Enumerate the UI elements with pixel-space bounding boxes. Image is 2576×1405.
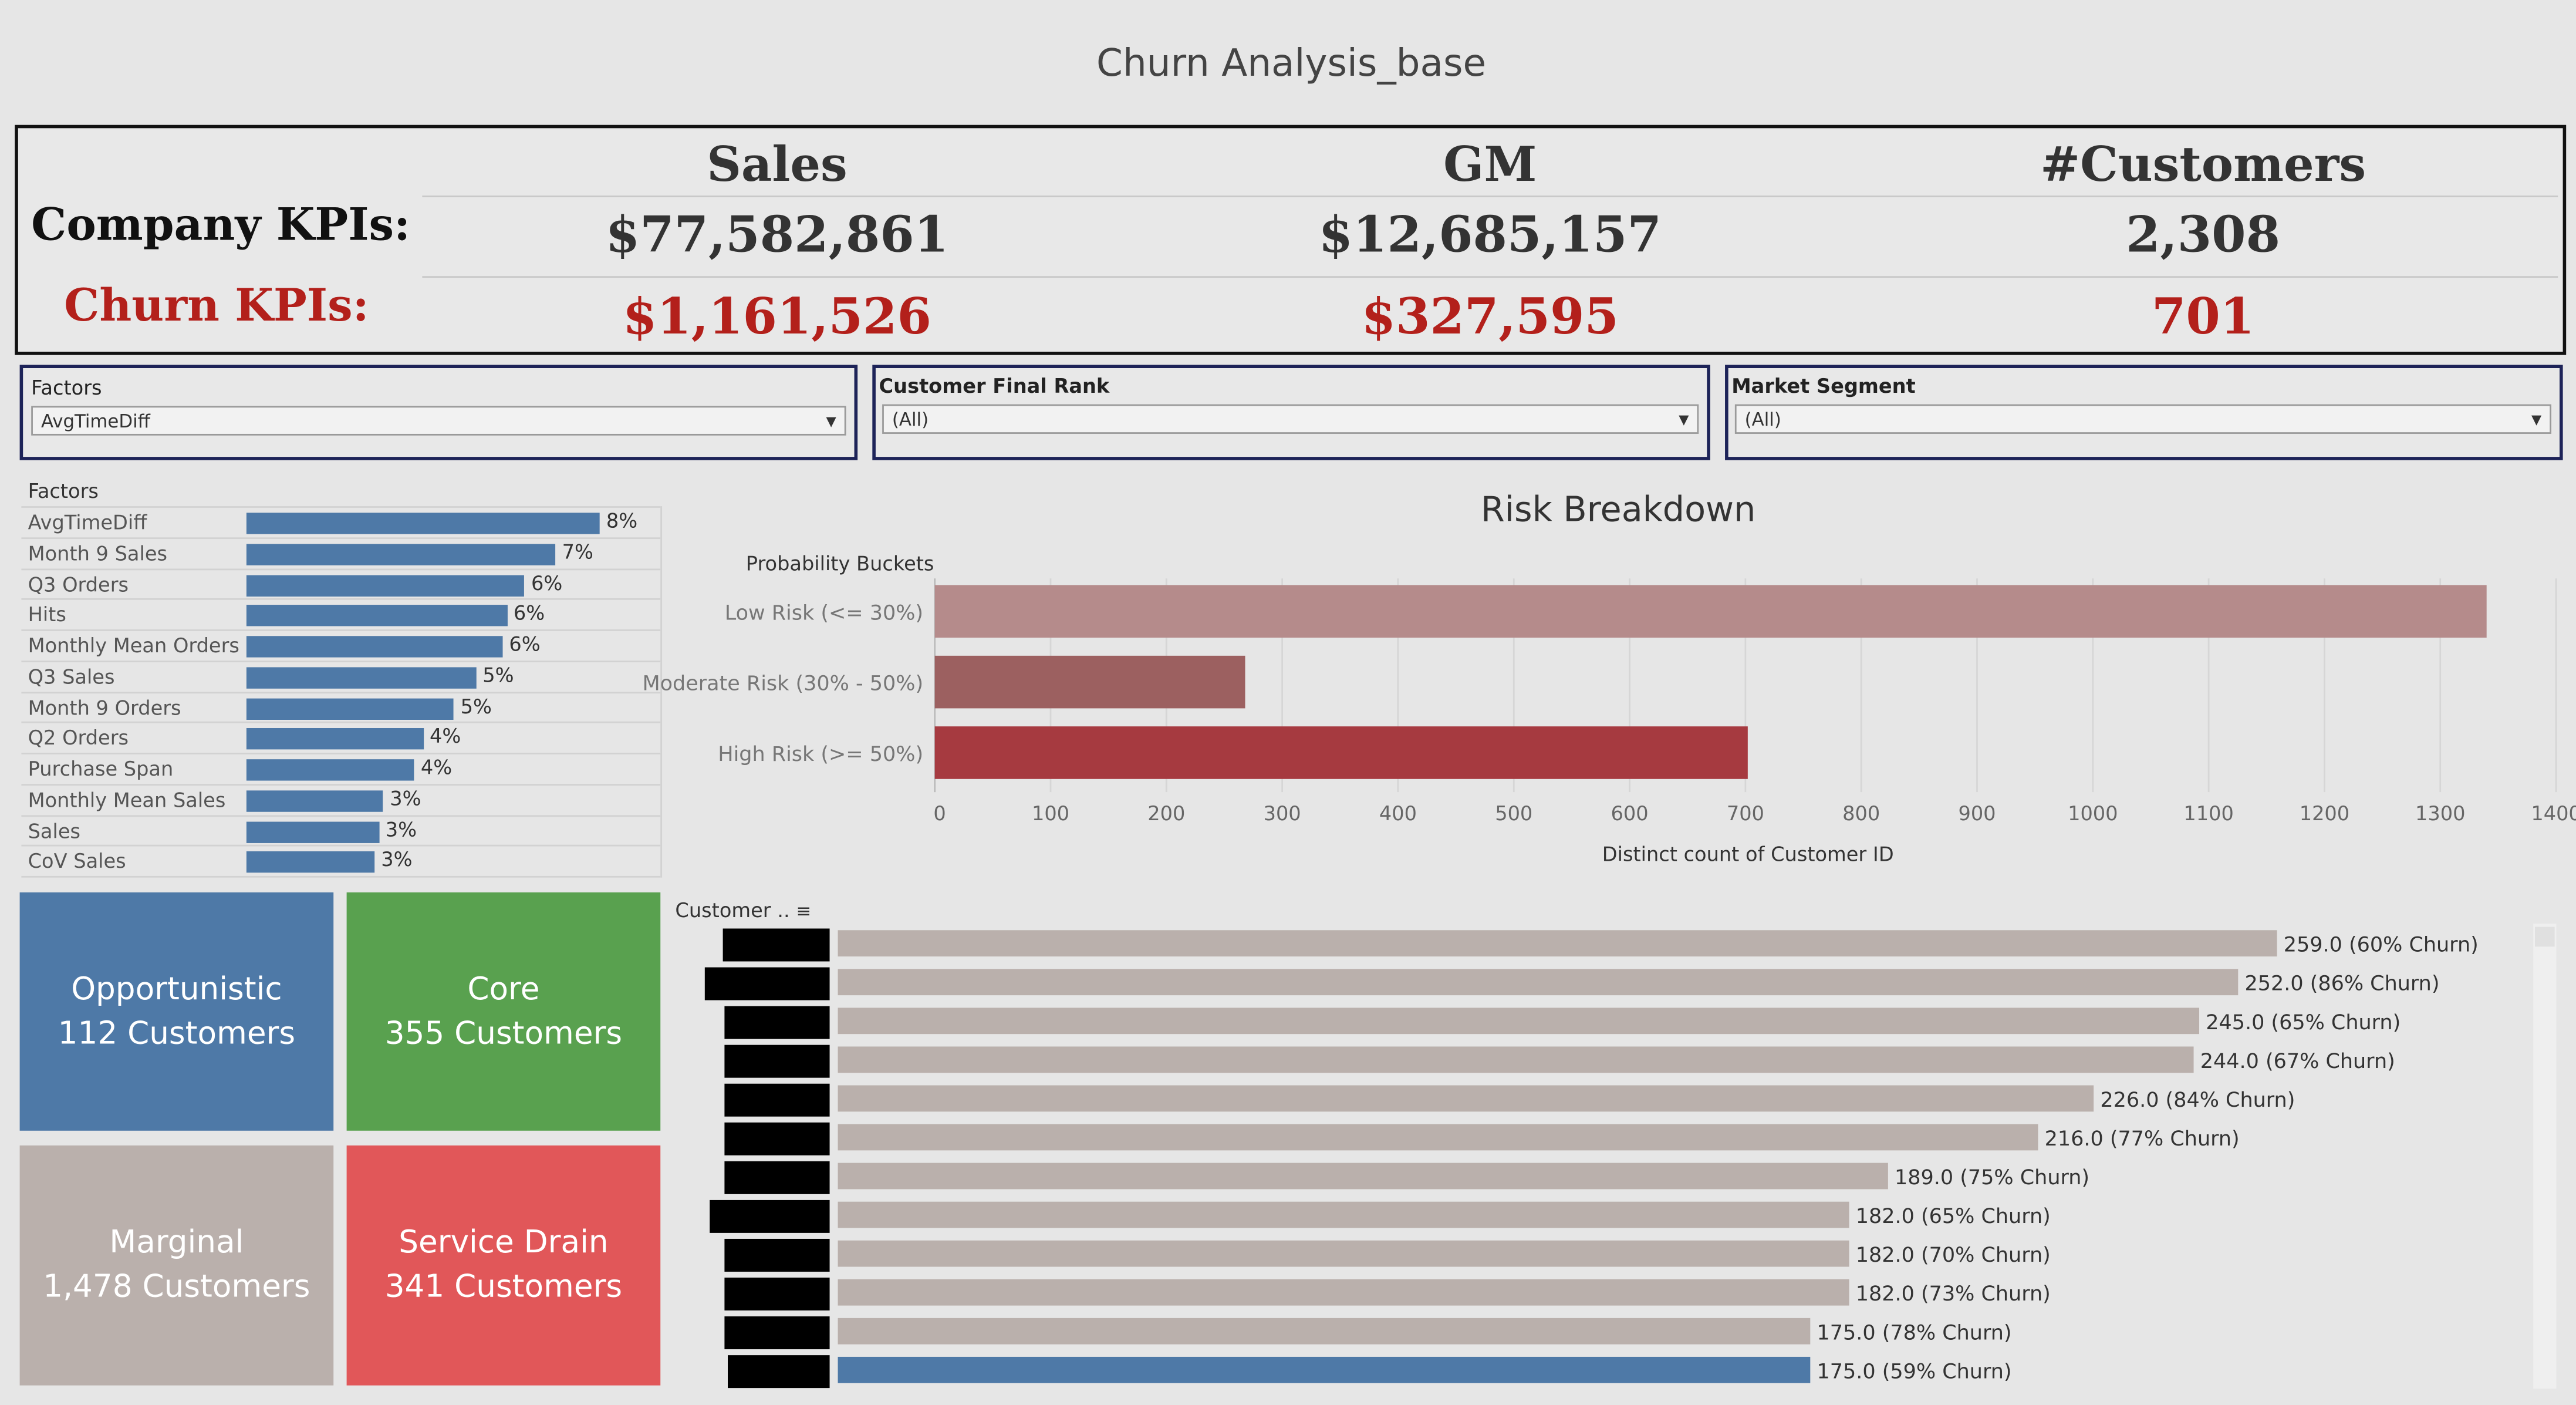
redacted-customer-id [724,1083,830,1117]
customer-bar-label: 259.0 (60% Churn) [2284,934,2479,957]
customer-bar [838,1318,1811,1345]
customer-bar [838,1356,1811,1383]
customer-bar-label: 182.0 (65% Churn) [1856,1205,2051,1228]
customer-bar-label: 216.0 (77% Churn) [2045,1127,2240,1151]
redacted-customer-id [724,1006,830,1039]
customer-bar-label: 252.0 (86% Churn) [2244,972,2439,996]
customer-bar-label: 245.0 (65% Churn) [2206,1011,2401,1035]
scrollbar-thumb[interactable] [2535,926,2555,947]
redacted-customer-id [723,928,830,962]
redacted-customer-id [724,1238,830,1272]
redacted-customer-id [724,1161,830,1194]
customer-sales-chart: 259.0 (60% Churn) 252.0 (86% Churn) 245.0 … [704,928,2479,1389]
customer-bar-label: 175.0 (59% Churn) [1817,1360,2012,1383]
customer-bar [838,969,2239,996]
customer-bar-label: 189.0 (75% Churn) [1895,1166,2089,1190]
customer-bar-label: 244.0 (67% Churn) [2200,1050,2395,1073]
vertical-scrollbar[interactable] [2533,924,2557,1389]
customer-bar [838,1240,1849,1267]
customer-bar-label: 182.0 (73% Churn) [1856,1282,2051,1306]
redacted-customer-id [724,1045,830,1078]
customer-bar [838,1163,1888,1190]
redacted-customer-id [724,1122,830,1155]
customer-bar [838,1085,2094,1112]
redacted-customer-id [710,1200,830,1233]
redacted-customer-id [704,967,830,1000]
customer-bar [838,1046,2194,1073]
customer-bar [838,930,2277,957]
customer-bar [838,1279,1849,1306]
customer-bar [838,1201,1849,1228]
dashboard: Churn Analysis_base Company KPIs: Churn … [0,0,2576,1405]
customer-bar-label: 182.0 (70% Churn) [1856,1244,2051,1267]
customer-bar [838,1124,2038,1151]
customer-bar [838,1008,2200,1035]
customer-bar-label: 175.0 (78% Churn) [1817,1321,2012,1345]
redacted-customer-id [728,1355,830,1389]
redacted-customer-id [724,1278,830,1311]
redacted-customer-id [724,1316,830,1350]
customer-bar-label: 226.0 (84% Churn) [2100,1089,2295,1112]
